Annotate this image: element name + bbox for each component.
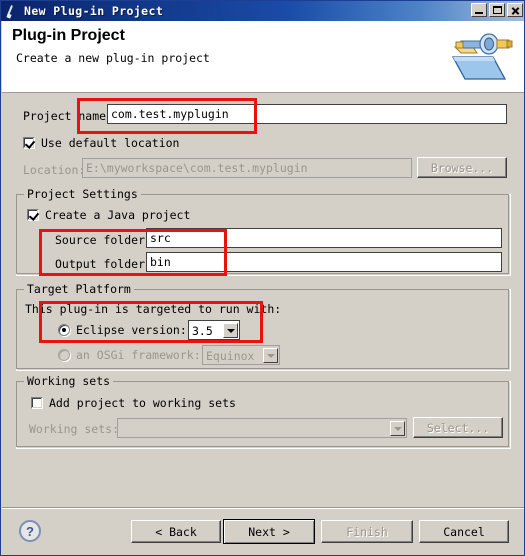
create-java-project-checkbox[interactable]	[27, 209, 39, 221]
working-sets-group-label: Working sets	[24, 374, 114, 388]
working-sets-label: Working sets:	[29, 422, 120, 436]
help-icon[interactable]: ?	[19, 520, 41, 542]
osgi-framework-select: Equinox	[202, 345, 280, 365]
location-label: Location:	[23, 163, 86, 177]
page-description: Create a new plug-in project	[16, 51, 210, 65]
title-bar: New Plug-in Project	[1, 1, 524, 21]
chevron-down-icon[interactable]	[223, 323, 238, 338]
browse-button: Browse...	[417, 157, 507, 178]
osgi-framework-value: Equinox	[206, 348, 255, 363]
eclipse-version-radio[interactable]	[58, 324, 70, 336]
finish-button: Finish	[321, 520, 413, 543]
chevron-down-icon	[390, 421, 405, 436]
eclipse-version-select[interactable]: 3.5	[188, 320, 240, 340]
eclipse-version-radio-row[interactable]: Eclipse version:	[58, 323, 187, 337]
add-project-to-working-sets-label: Add project to working sets	[49, 396, 236, 410]
new-plugin-project-dialog: New Plug-in Project Plug-in Project Crea…	[0, 0, 525, 556]
working-sets-group: Working sets Add project to working sets…	[16, 374, 511, 449]
create-java-project-label: Create a Java project	[45, 208, 191, 222]
project-settings-group: Project Settings Create a Java project S…	[16, 187, 511, 276]
wizard-header: Plug-in Project Create a new plug-in pro…	[2, 21, 524, 93]
minimize-icon[interactable]	[471, 3, 487, 17]
next-button[interactable]: Next >	[223, 519, 315, 544]
back-button[interactable]: < Back	[131, 520, 221, 543]
plugin-pen-icon	[5, 3, 21, 19]
target-platform-group: Target Platform This plug-in is targeted…	[16, 282, 511, 371]
dialog-body: Project name: com.test.myplugin Use defa…	[2, 93, 524, 508]
select-working-sets-button: Select...	[413, 417, 503, 438]
output-folder-label: Output folder:	[55, 257, 152, 271]
osgi-framework-radio[interactable]	[58, 349, 70, 361]
source-folder-input[interactable]: src	[146, 228, 502, 248]
target-platform-group-label: Target Platform	[24, 282, 134, 296]
use-default-location-checkbox[interactable]	[23, 137, 35, 149]
output-folder-input[interactable]: bin	[146, 252, 502, 272]
close-icon[interactable]	[507, 3, 523, 17]
project-name-input[interactable]: com.test.myplugin	[107, 104, 507, 124]
project-settings-group-label: Project Settings	[24, 187, 141, 201]
use-default-location-label: Use default location	[41, 136, 180, 150]
location-input: E:\myworkspace\com.test.myplugin	[82, 158, 412, 178]
eclipse-version-label: Eclipse version:	[76, 323, 187, 337]
eclipse-version-value: 3.5	[192, 323, 213, 338]
working-sets-select	[117, 418, 407, 438]
window-title: New Plug-in Project	[24, 4, 164, 18]
window-controls	[471, 3, 523, 17]
maximize-icon[interactable]	[489, 3, 505, 17]
add-project-to-working-sets-checkbox[interactable]	[31, 397, 43, 409]
osgi-framework-label: an OSGi framework:	[76, 348, 201, 362]
create-java-project-row[interactable]: Create a Java project	[27, 208, 190, 222]
cancel-button[interactable]: Cancel	[419, 520, 509, 543]
chevron-down-icon	[263, 348, 278, 363]
use-default-location-row[interactable]: Use default location	[23, 136, 179, 150]
plugin-connector-folder-icon	[447, 25, 517, 87]
page-title: Plug-in Project	[12, 27, 125, 44]
osgi-framework-radio-row[interactable]: an OSGi framework:	[58, 348, 201, 362]
target-platform-intro-label: This plug-in is targeted to run with:	[25, 302, 282, 316]
add-project-to-working-sets-row[interactable]: Add project to working sets	[31, 396, 236, 410]
project-name-label: Project name:	[23, 109, 114, 123]
source-folder-label: Source folder:	[55, 233, 152, 247]
